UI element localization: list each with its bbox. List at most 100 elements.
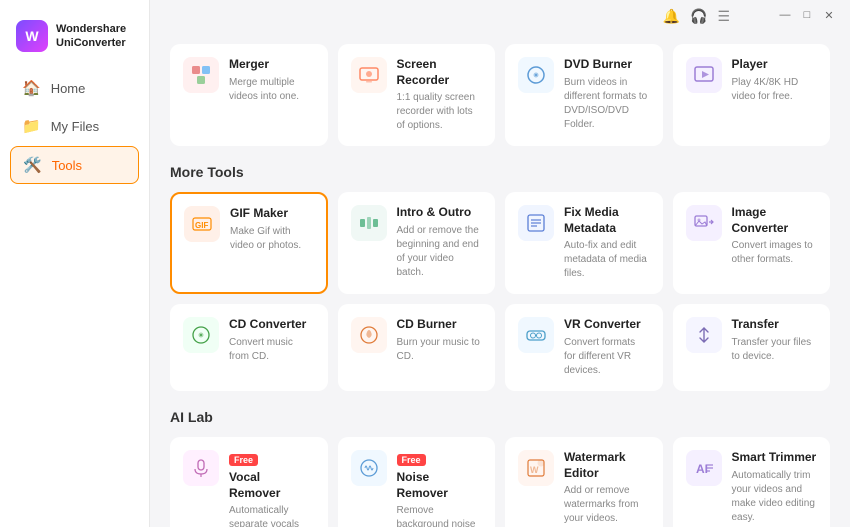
screen-recorder-desc: 1:1 quality screen recorder with lots of… (397, 91, 483, 133)
tools-icon: 🛠️ (23, 156, 42, 174)
screen-recorder-info: Screen Recorder 1:1 quality screen recor… (397, 57, 483, 133)
watermark-editor-icon: W (518, 450, 554, 486)
tool-fix-metadata[interactable]: Fix Media Metadata Auto-fix and edit met… (505, 192, 663, 294)
sidebar-item-my-files[interactable]: 📁 My Files (10, 108, 139, 144)
noise-remover-name: Noise Remover (397, 470, 483, 501)
tool-smart-trimmer[interactable]: AI Smart Trimmer Automatically trim your… (673, 437, 831, 527)
sidebar-item-tools-label: Tools (52, 158, 82, 173)
vocal-remover-desc: Automatically separate vocals from music… (229, 504, 315, 527)
smart-trimmer-info: Smart Trimmer Automatically trim your vi… (732, 450, 818, 525)
minimize-button[interactable]: — (778, 8, 792, 22)
top-tools-grid: Merger Merge multiple videos into one. S… (170, 44, 830, 146)
cd-converter-info: CD Converter Convert music from CD. (229, 317, 315, 364)
vocal-remover-info: Free Vocal Remover Automatically separat… (229, 450, 315, 527)
topbar-icons: 🔔 🎧 ☰ (663, 8, 730, 25)
tool-screen-recorder[interactable]: Screen Recorder 1:1 quality screen recor… (338, 44, 496, 146)
fix-metadata-info: Fix Media Metadata Auto-fix and edit met… (564, 205, 650, 281)
app-name: Wondershare UniConverter (56, 22, 126, 51)
svg-text:GIF: GIF (195, 221, 208, 230)
tool-vr-converter[interactable]: VR Converter Convert formats for differe… (505, 304, 663, 391)
cd-burner-name: CD Burner (397, 317, 483, 333)
tool-player[interactable]: Player Play 4K/8K HD video for free. (673, 44, 831, 146)
merger-desc: Merge multiple videos into one. (229, 76, 315, 104)
screen-recorder-name: Screen Recorder (397, 57, 483, 88)
cd-burner-desc: Burn your music to CD. (397, 336, 483, 364)
more-tools-title: More Tools (170, 164, 830, 180)
cd-burner-icon (351, 317, 387, 353)
sidebar-item-tools[interactable]: 🛠️ Tools (10, 146, 139, 184)
gif-maker-info: GIF Maker Make Gif with video or photos. (230, 206, 314, 253)
tool-watermark-editor[interactable]: W Watermark Editor Add or remove waterma… (505, 437, 663, 527)
tool-cd-converter[interactable]: CD Converter Convert music from CD. (170, 304, 328, 391)
tool-dvd-burner[interactable]: DVD Burner Burn videos in different form… (505, 44, 663, 146)
sidebar-nav: 🏠 Home 📁 My Files 🛠️ Tools (0, 70, 149, 184)
vocal-remover-icon (183, 450, 219, 486)
fix-metadata-desc: Auto-fix and edit metadata of media file… (564, 239, 650, 281)
dvd-burner-info: DVD Burner Burn videos in different form… (564, 57, 650, 132)
noise-remover-icon (351, 450, 387, 486)
vr-converter-info: VR Converter Convert formats for differe… (564, 317, 650, 378)
intro-outro-icon (351, 205, 387, 241)
files-icon: 📁 (22, 117, 41, 135)
screen-recorder-icon (351, 57, 387, 93)
tool-gif-maker[interactable]: GIF GIF Maker Make Gif with video or pho… (170, 192, 328, 294)
cd-converter-desc: Convert music from CD. (229, 336, 315, 364)
ai-lab-title: AI Lab (170, 409, 830, 425)
transfer-info: Transfer Transfer your files to device. (732, 317, 818, 364)
notification-icon[interactable]: 🔔 (663, 8, 680, 25)
cd-converter-icon (183, 317, 219, 353)
maximize-button[interactable]: □ (800, 8, 814, 22)
intro-outro-desc: Add or remove the beginning and end of y… (397, 224, 483, 280)
more-tools-grid: GIF GIF Maker Make Gif with video or pho… (170, 192, 830, 391)
merger-name: Merger (229, 57, 315, 73)
vr-converter-icon (518, 317, 554, 353)
vocal-remover-badge: Free (229, 454, 258, 466)
dvd-burner-name: DVD Burner (564, 57, 650, 73)
transfer-desc: Transfer your files to device. (732, 336, 818, 364)
window-controls: — □ ✕ (778, 8, 836, 22)
player-icon (686, 57, 722, 93)
transfer-icon (686, 317, 722, 353)
gif-maker-desc: Make Gif with video or photos. (230, 225, 314, 253)
tool-transfer[interactable]: Transfer Transfer your files to device. (673, 304, 831, 391)
noise-remover-info: Free Noise Remover Remove background noi… (397, 450, 483, 527)
fix-metadata-name: Fix Media Metadata (564, 205, 650, 236)
close-button[interactable]: ✕ (822, 8, 836, 22)
watermark-editor-name: Watermark Editor (564, 450, 650, 481)
dvd-burner-icon (518, 57, 554, 93)
tool-cd-burner[interactable]: CD Burner Burn your music to CD. (338, 304, 496, 391)
intro-outro-info: Intro & Outro Add or remove the beginnin… (397, 205, 483, 280)
tool-intro-outro[interactable]: Intro & Outro Add or remove the beginnin… (338, 192, 496, 294)
image-converter-icon (686, 205, 722, 241)
image-converter-desc: Convert images to other formats. (732, 239, 818, 267)
svg-text:AI: AI (696, 462, 708, 476)
tool-noise-remover[interactable]: Free Noise Remover Remove background noi… (338, 437, 496, 527)
headset-icon[interactable]: 🎧 (690, 8, 707, 25)
smart-trimmer-name: Smart Trimmer (732, 450, 818, 466)
dvd-burner-desc: Burn videos in different formats to DVD/… (564, 76, 650, 132)
fix-metadata-icon (518, 205, 554, 241)
player-info: Player Play 4K/8K HD video for free. (732, 57, 818, 104)
watermark-editor-info: Watermark Editor Add or remove watermark… (564, 450, 650, 526)
gif-maker-name: GIF Maker (230, 206, 314, 222)
cd-converter-name: CD Converter (229, 317, 315, 333)
tool-image-converter[interactable]: Image Converter Convert images to other … (673, 192, 831, 294)
menu-icon[interactable]: ☰ (717, 8, 730, 25)
smart-trimmer-desc: Automatically trim your videos and make … (732, 469, 818, 525)
merger-info: Merger Merge multiple videos into one. (229, 57, 315, 104)
player-name: Player (732, 57, 818, 73)
vr-converter-desc: Convert formats for different VR devices… (564, 336, 650, 378)
merger-icon (183, 57, 219, 93)
intro-outro-name: Intro & Outro (397, 205, 483, 221)
home-icon: 🏠 (22, 79, 41, 97)
player-desc: Play 4K/8K HD video for free. (732, 76, 818, 104)
sidebar-item-home[interactable]: 🏠 Home (10, 70, 139, 106)
main-content: Merger Merge multiple videos into one. S… (150, 0, 850, 527)
vr-converter-name: VR Converter (564, 317, 650, 333)
watermark-editor-desc: Add or remove watermarks from your video… (564, 484, 650, 526)
image-converter-name: Image Converter (732, 205, 818, 236)
tool-merger[interactable]: Merger Merge multiple videos into one. (170, 44, 328, 146)
ai-lab-grid: Free Vocal Remover Automatically separat… (170, 437, 830, 527)
noise-remover-desc: Remove background noise from video/audio… (397, 504, 483, 527)
tool-vocal-remover[interactable]: Free Vocal Remover Automatically separat… (170, 437, 328, 527)
